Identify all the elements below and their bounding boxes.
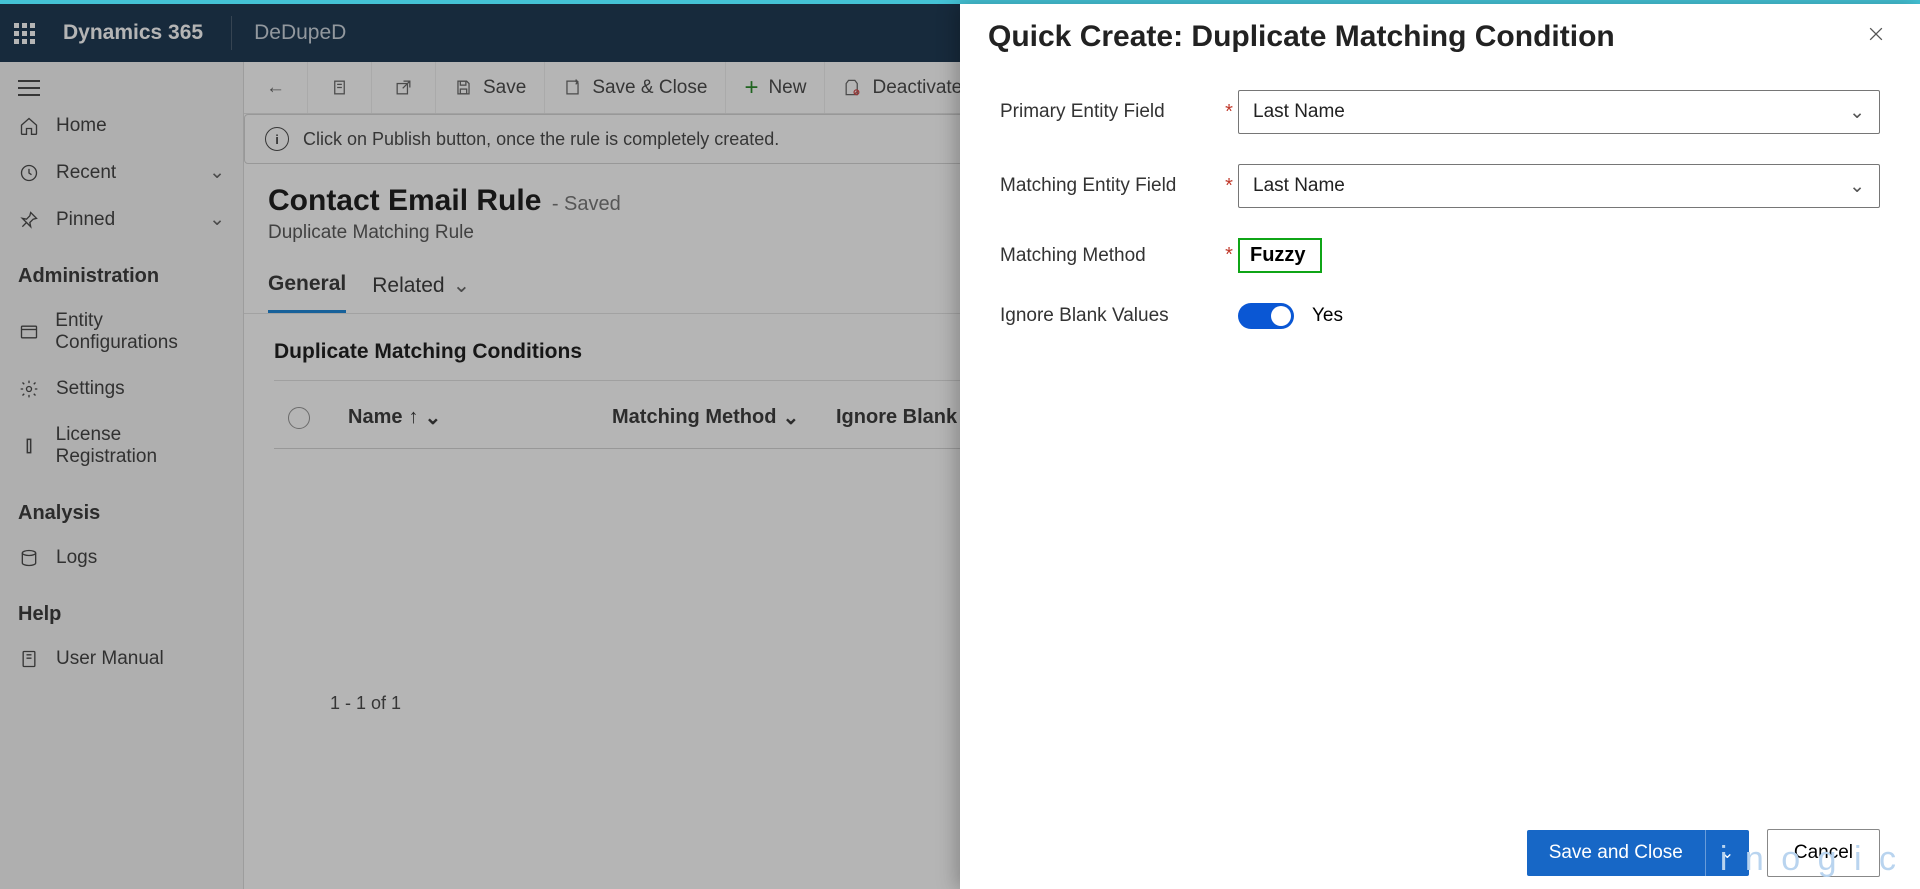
info-icon: i (265, 127, 289, 151)
home-icon (18, 116, 40, 136)
nav-label: Pinned (56, 209, 115, 231)
cmd-label: New (768, 77, 806, 99)
ignore-blank-toggle[interactable] (1238, 303, 1294, 329)
new-button[interactable]: + New (726, 62, 825, 113)
matching-entity-select[interactable]: Last Name ⌄ (1238, 164, 1880, 208)
nav-label: Logs (56, 547, 97, 569)
record-status: - Saved (552, 193, 621, 215)
entity-icon (18, 322, 39, 342)
chevron-down-icon: ⌄ (1849, 101, 1865, 124)
chevron-down-icon: ⌄ (1721, 843, 1734, 863)
quick-create-panel: Quick Create: Duplicate Matching Conditi… (960, 4, 1920, 889)
nav-license[interactable]: License Registration (0, 412, 243, 480)
nav-label: Settings (56, 378, 125, 400)
toggle-value: Yes (1312, 305, 1343, 327)
required-indicator (1220, 305, 1238, 328)
chevron-down-icon: ⌄ (209, 208, 225, 231)
pin-icon (18, 210, 40, 230)
cancel-button[interactable]: Cancel (1767, 829, 1880, 877)
cmd-label: Deactivate (872, 77, 962, 99)
group-administration: Administration (0, 243, 243, 298)
save-close-button[interactable]: Save & Close (545, 62, 726, 113)
nav-label: User Manual (56, 648, 164, 670)
chevron-down-icon: ⌄ (209, 161, 225, 184)
chevron-down-icon: ⌄ (782, 405, 799, 430)
panel-title: Quick Create: Duplicate Matching Conditi… (988, 20, 1860, 54)
app-name: DeDupeD (254, 21, 346, 45)
record-title: Contact Email Rule (268, 184, 541, 218)
nav-label: Home (56, 115, 107, 137)
nav-recent[interactable]: Recent ⌄ (0, 149, 243, 196)
back-icon: ← (266, 77, 285, 99)
required-indicator: * (1220, 244, 1238, 267)
field-matching-entity: Matching Entity Field * Last Name ⌄ (1000, 164, 1880, 208)
license-icon (18, 436, 40, 456)
save-close-icon (563, 78, 582, 97)
group-help: Help (0, 581, 243, 636)
nav-label: Recent (56, 162, 116, 184)
select-value: Last Name (1253, 101, 1345, 123)
brand-label: Dynamics 365 (63, 21, 203, 45)
cmd-label: Save (483, 77, 526, 99)
required-indicator: * (1220, 101, 1238, 124)
save-icon (454, 78, 473, 97)
nav-home[interactable]: Home (0, 103, 243, 149)
col-name[interactable]: Name ↑ ⌄ (348, 405, 588, 430)
chevron-down-icon: ⌄ (1849, 175, 1865, 198)
field-ignore-blank: Ignore Blank Values Yes (1000, 303, 1880, 329)
nav-pinned[interactable]: Pinned ⌄ (0, 196, 243, 243)
manual-icon (18, 649, 40, 669)
btn-label: Save and Close (1527, 830, 1705, 876)
required-indicator: * (1220, 175, 1238, 198)
clipboard-button[interactable] (308, 62, 372, 113)
nav-label: Entity Configurations (55, 310, 225, 354)
deactivate-icon (843, 78, 862, 97)
popout-icon (394, 78, 413, 97)
nav-user-manual[interactable]: User Manual (0, 636, 243, 682)
field-label: Ignore Blank Values (1000, 305, 1220, 327)
save-button[interactable]: Save (436, 62, 545, 113)
deactivate-button[interactable]: Deactivate (825, 62, 981, 113)
cmd-label: Save & Close (592, 77, 707, 99)
tab-related[interactable]: Related⌄ (372, 272, 470, 313)
sidebar: Home Recent ⌄ Pinned ⌄ Administration En… (0, 62, 244, 889)
nav-entity-config[interactable]: Entity Configurations (0, 298, 243, 366)
col-matching-method[interactable]: Matching Method ⌄ (612, 405, 812, 430)
gear-icon (18, 379, 40, 399)
logs-icon (18, 548, 40, 568)
popout-button[interactable] (372, 62, 436, 113)
clipboard-icon (330, 78, 349, 97)
nav-logs[interactable]: Logs (0, 535, 243, 581)
save-close-split[interactable]: ⌄ (1705, 830, 1749, 876)
group-analysis: Analysis (0, 480, 243, 535)
divider (231, 16, 232, 50)
field-matching-method: Matching Method * Fuzzy (1000, 238, 1880, 273)
close-icon (1866, 24, 1886, 44)
plus-icon: + (744, 74, 758, 102)
field-label: Matching Entity Field (1000, 175, 1220, 197)
sort-asc-icon: ↑ (408, 406, 418, 429)
chevron-down-icon: ⌄ (453, 273, 471, 298)
back-button[interactable]: ← (244, 62, 308, 113)
notice-text: Click on Publish button, once the rule i… (303, 129, 779, 150)
select-value: Last Name (1253, 175, 1345, 197)
app-launcher-icon[interactable] (14, 23, 35, 44)
primary-entity-select[interactable]: Last Name ⌄ (1238, 90, 1880, 134)
field-primary-entity: Primary Entity Field * Last Name ⌄ (1000, 90, 1880, 134)
select-all-checkbox[interactable] (288, 407, 310, 429)
chevron-down-icon: ⌄ (424, 405, 441, 430)
nav-label: License Registration (56, 424, 225, 468)
field-label: Primary Entity Field (1000, 101, 1220, 123)
nav-settings[interactable]: Settings (0, 366, 243, 412)
save-and-close-button[interactable]: Save and Close ⌄ (1527, 830, 1749, 876)
tab-general[interactable]: General (268, 272, 346, 313)
matching-method-value[interactable]: Fuzzy (1238, 238, 1322, 273)
sidebar-toggle[interactable] (0, 72, 243, 103)
clock-icon (18, 163, 40, 183)
close-button[interactable] (1860, 18, 1892, 56)
field-label: Matching Method (1000, 245, 1220, 267)
